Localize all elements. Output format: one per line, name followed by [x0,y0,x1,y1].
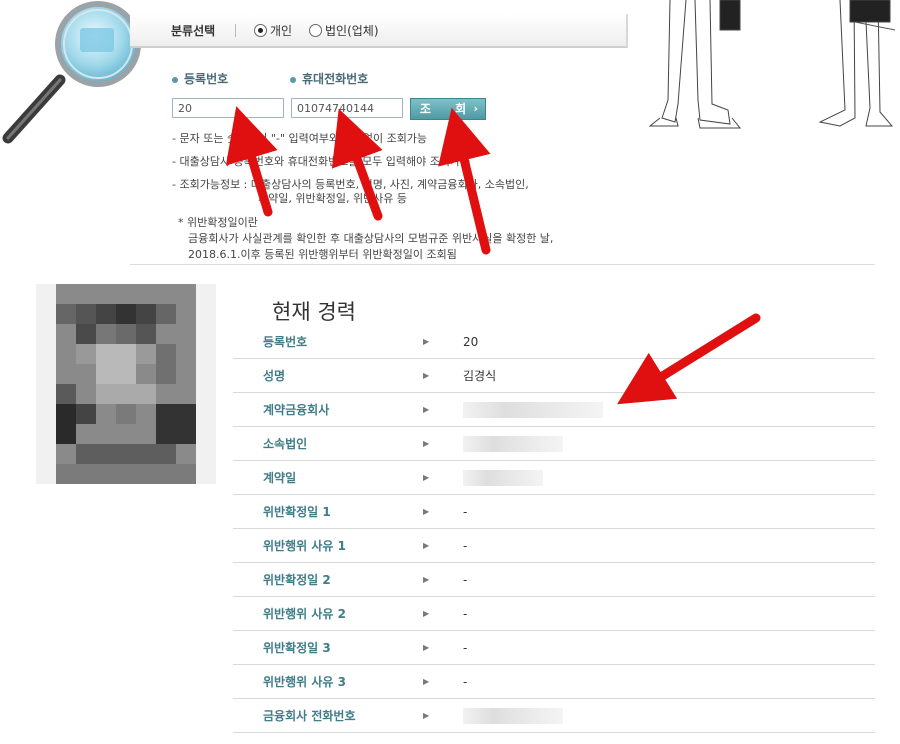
row-arrow-icon: ▶ [423,325,463,359]
row-key: 위반행위 사유 2 [233,596,423,631]
row-value [463,392,875,427]
row-key: 계약일 [233,460,423,495]
row-arrow-icon: ▶ [423,698,463,733]
row-value-text: 김경식 [463,369,497,383]
redacted-value [463,435,563,452]
violation-note-title: * 위반확정일이란 [178,216,258,229]
redacted-value [463,469,543,486]
table-row: 등록번호 ▶ 20 [233,325,875,359]
career-title: 현재 경력 [272,300,356,324]
row-value [463,698,875,733]
row-value [463,426,875,461]
row-key: 위반행위 사유 1 [233,528,423,563]
row-value-text: - [463,606,468,621]
table-row: 위반행위 사유 2 ▶ - [233,596,875,631]
row-arrow-icon: ▶ [423,426,463,461]
category-label: 분류선택 [171,24,216,38]
row-arrow-icon: ▶ [423,596,463,631]
row-key: 위반확정일 2 [233,562,423,597]
reg-no-label: 등록번호 [172,70,228,87]
row-value: - [463,664,875,699]
reg-no-value: 20 [178,102,192,115]
row-arrow-icon: ▶ [423,494,463,529]
career-table: 등록번호 ▶ 20 성명 ▶ 김경식 계약금융회사 ▶ 소속법인 ▶ 계약일 ▶ 위반확정일 1 ▶ - 위반… [233,325,875,733]
radio-individual-label[interactable]: 개인 [270,22,292,39]
row-arrow-icon: ▶ [423,528,463,563]
search-button-label: 조 회 [419,102,477,116]
row-key: 위반확정일 1 [233,494,423,529]
row-value: - [463,562,875,597]
row-key: 위반확정일 3 [233,630,423,665]
phone-input[interactable]: 01074740144 [291,98,403,118]
redacted-value [463,401,603,418]
redacted-value [463,707,563,724]
phone-value: 01074740144 [297,102,374,115]
row-key: 등록번호 [233,325,423,359]
row-arrow-icon: ▶ [423,358,463,393]
people-illustration [648,0,896,129]
table-row: 금융회사 전화번호 ▶ [233,698,875,733]
reg-no-input[interactable]: 20 [172,98,284,118]
row-arrow-icon: ▶ [423,630,463,665]
search-button[interactable]: 조 회 › [410,98,486,120]
category-bar: 분류선택 개인 법인(업체) [130,14,628,48]
row-value: 20 [463,325,875,359]
note-line-2: - 대출상담사 등록번호와 휴대전화번호를 모두 입력해야 조회가능 [172,155,471,168]
note-line-1: - 문자 또는 숫자사이 "-" 입력여부와 관계없이 조회가능 [172,132,428,145]
violation-note-line-1: 금융회사가 사실관계를 확인한 후 대출상담사의 모범규준 위반사실을 확정한 … [188,232,554,245]
row-value: - [463,596,875,631]
radio-individual[interactable] [254,24,267,37]
profile-photo [36,284,216,484]
row-value: - [463,630,875,665]
row-key: 금융회사 전화번호 [233,698,423,733]
phone-label: 휴대전화번호 [290,70,368,87]
row-value-text: - [463,640,468,655]
table-row: 위반확정일 2 ▶ - [233,562,875,597]
row-value: - [463,494,875,529]
table-row: 위반행위 사유 3 ▶ - [233,664,875,699]
table-row: 성명 ▶ 김경식 [233,358,875,393]
row-arrow-icon: ▶ [423,562,463,597]
table-row: 위반확정일 3 ▶ - [233,630,875,665]
table-row: 위반확정일 1 ▶ - [233,494,875,529]
radio-corporate[interactable] [309,24,322,37]
table-row: 소속법인 ▶ [233,426,875,461]
note-line-4: 계약일, 위반확정일, 위반사유 등 [258,192,408,205]
table-row: 계약금융회사 ▶ [233,392,875,427]
row-key: 소속법인 [233,426,423,461]
magnifier-illustration [2,1,141,144]
chevron-right-icon: › [473,102,478,115]
category-separator [235,24,236,37]
row-value-text: - [463,572,468,587]
row-value: 김경식 [463,358,875,393]
row-value-text: - [463,674,468,689]
row-value [463,460,875,495]
row-value-text: - [463,538,468,553]
row-key: 계약금융회사 [233,392,423,427]
row-arrow-icon: ▶ [423,460,463,495]
violation-note-line-2: 2018.6.1.이후 등록된 위반행위부터 위반확정일이 조회됨 [188,248,457,261]
radio-corporate-label[interactable]: 법인(업체) [325,22,379,39]
row-arrow-icon: ▶ [423,392,463,427]
row-value-text: - [463,504,468,519]
row-value: - [463,528,875,563]
section-divider [130,264,875,265]
row-key: 위반행위 사유 3 [233,664,423,699]
row-arrow-icon: ▶ [423,664,463,699]
table-row: 위반행위 사유 1 ▶ - [233,528,875,563]
table-row: 계약일 ▶ [233,460,875,495]
row-value-text: 20 [463,334,479,349]
row-key: 성명 [233,358,423,393]
